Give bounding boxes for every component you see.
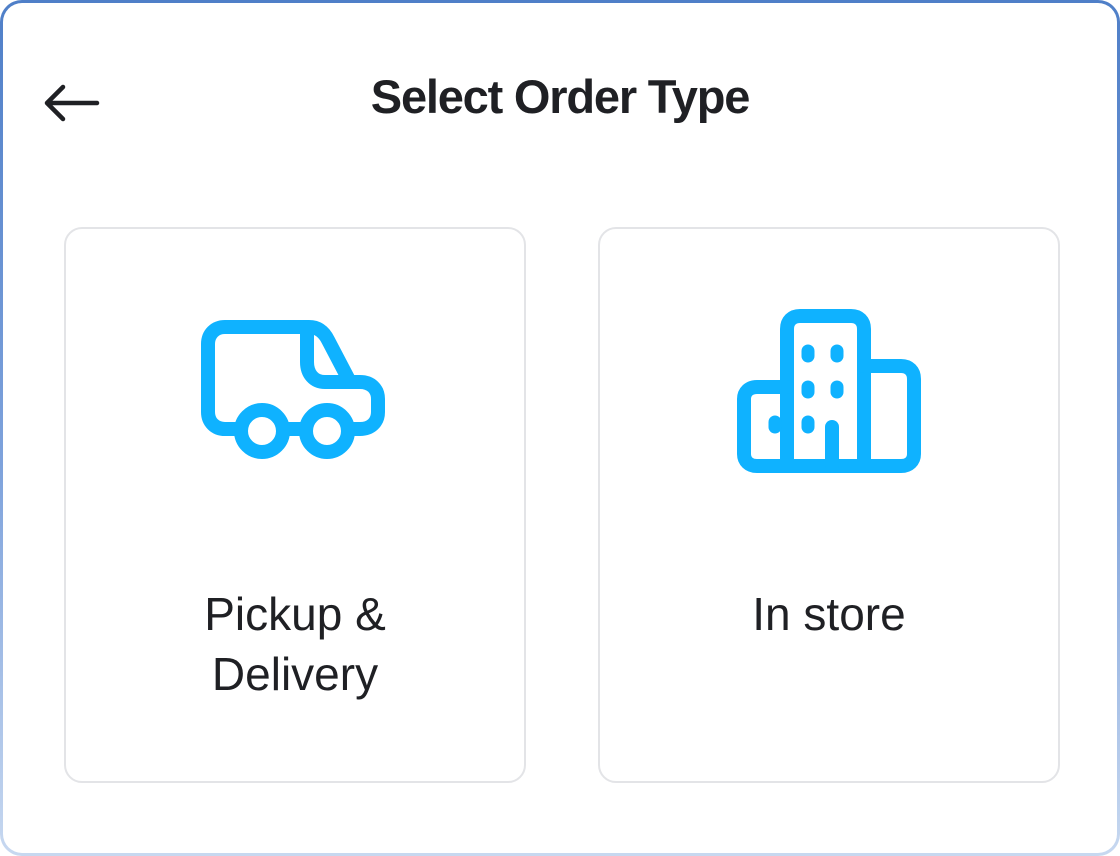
pickup-delivery-option[interactable]: Pickup & Delivery: [64, 227, 526, 783]
option-label: Pickup & Delivery: [204, 588, 386, 700]
order-type-screen: Select Order Type Pickup & Delivery In s…: [0, 0, 1120, 856]
truck-icon: [66, 309, 524, 479]
option-label: In store: [752, 588, 906, 640]
page-title: Select Order Type: [370, 70, 751, 123]
in-store-option[interactable]: In store: [598, 227, 1060, 783]
building-icon: [600, 309, 1058, 479]
